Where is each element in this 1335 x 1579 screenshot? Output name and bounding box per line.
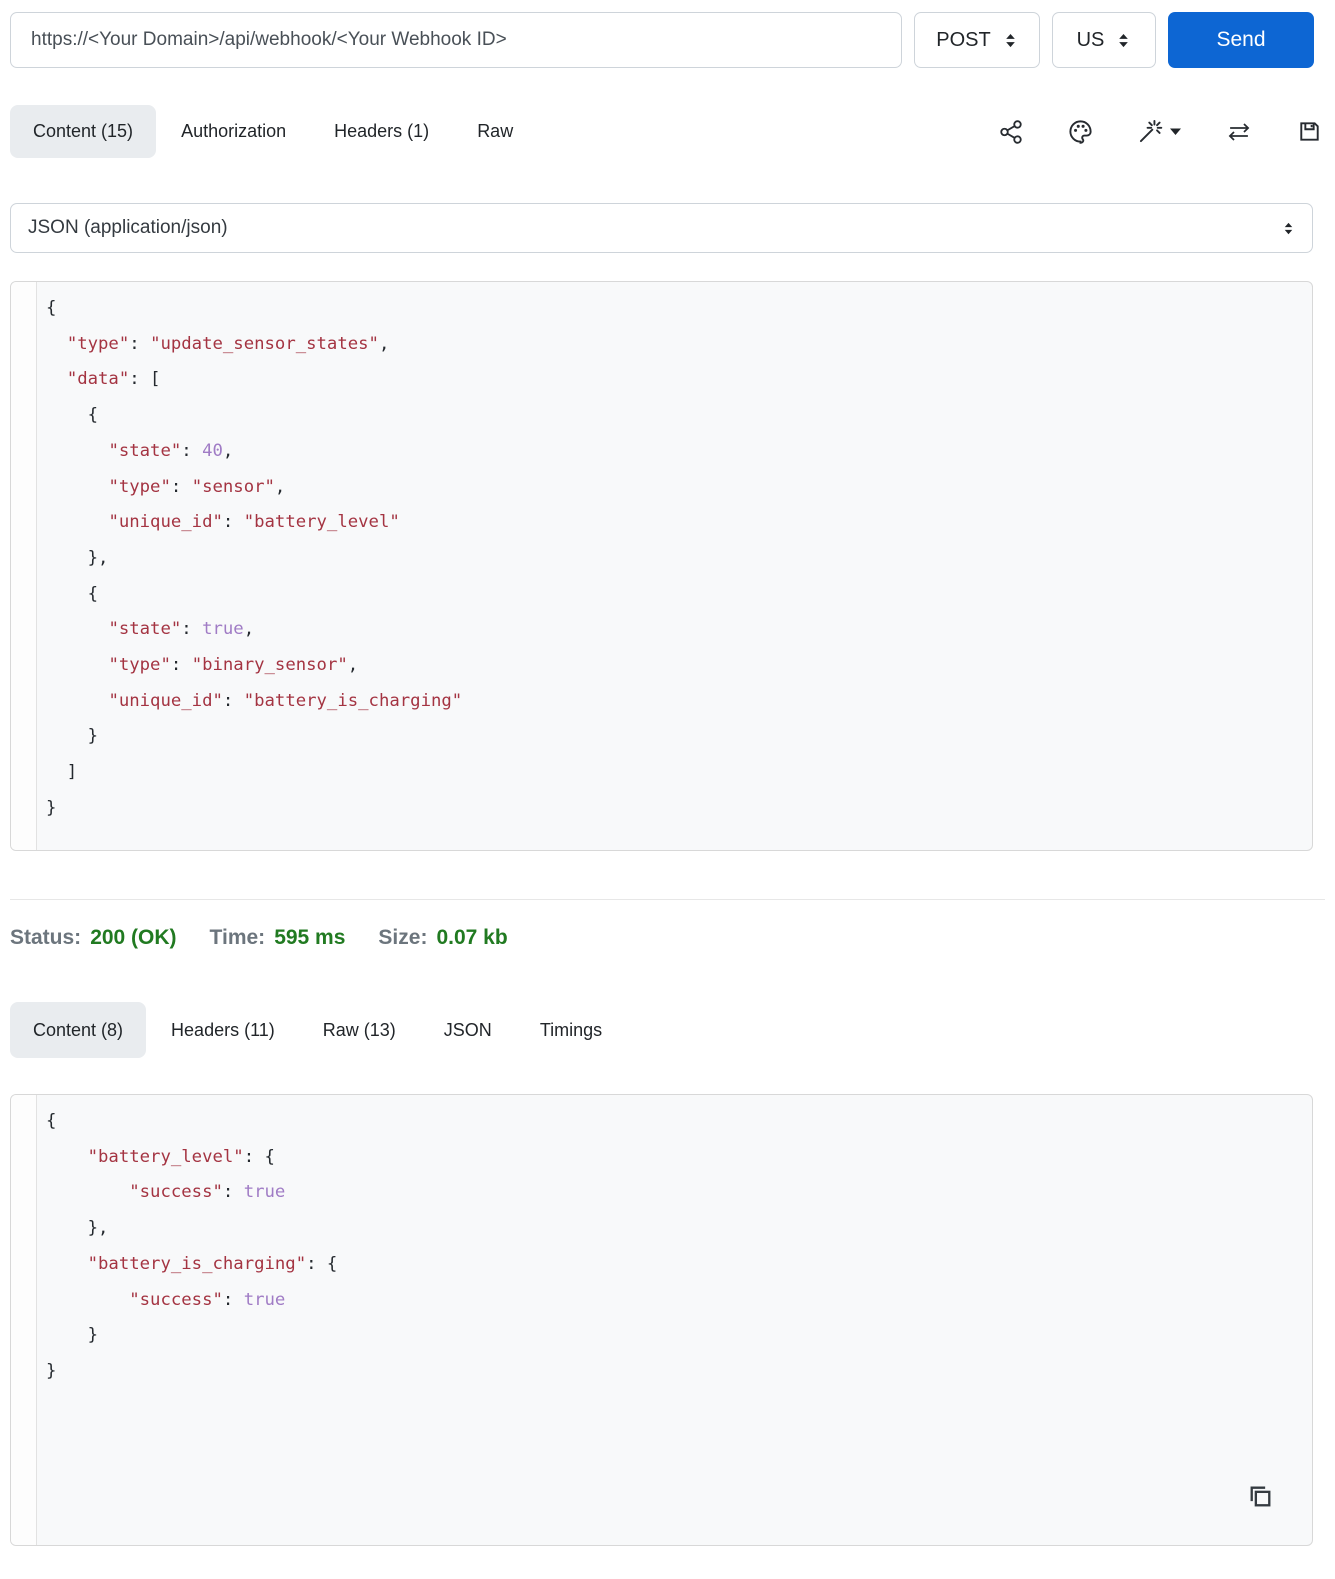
- body-type-value: JSON (application/json): [28, 217, 228, 238]
- request-tabs-row: Content (15) Authorization Headers (1) R…: [0, 105, 1335, 158]
- magic-wand-icon[interactable]: [1137, 118, 1182, 145]
- method-select[interactable]: POST: [914, 12, 1040, 68]
- copy-icon[interactable]: [1245, 1481, 1276, 1517]
- response-tabs: Content (8) Headers (11) Raw (13) JSON T…: [10, 1002, 625, 1058]
- palette-icon[interactable]: [1067, 118, 1094, 145]
- request-body-editor[interactable]: { "type": "update_sensor_states", "data"…: [10, 281, 1313, 851]
- toolbar: [998, 118, 1323, 145]
- caret-down-icon: [1170, 128, 1181, 135]
- size-label: Size:: [378, 926, 428, 949]
- method-value: POST: [936, 28, 991, 51]
- response-body-code: { "battery_level": { "success": true }, …: [46, 1111, 338, 1381]
- swap-arrows-icon[interactable]: [1225, 119, 1253, 145]
- locale-select[interactable]: US: [1052, 12, 1156, 68]
- api-tester-app: POST US Send Content (15) Authorization …: [0, 0, 1335, 1579]
- share-icon[interactable]: [998, 119, 1024, 145]
- response-tabs-row: Content (8) Headers (11) Raw (13) JSON T…: [0, 1002, 1335, 1058]
- status-label: Status:: [10, 926, 82, 949]
- request-body-code: { "type": "update_sensor_states", "data"…: [46, 298, 463, 818]
- time-label: Time:: [209, 926, 266, 949]
- section-divider: [10, 899, 1325, 900]
- time-value: 595 ms: [274, 926, 346, 949]
- updown-caret-icon: [1005, 33, 1015, 47]
- tab-response-content[interactable]: Content (8): [10, 1002, 147, 1058]
- save-icon[interactable]: [1296, 118, 1323, 145]
- tab-response-headers[interactable]: Headers (11): [148, 1002, 298, 1058]
- tab-request-headers[interactable]: Headers (1): [311, 105, 452, 158]
- response-status-bar: Status: 200 (OK) Time: 595 ms Size: 0.07…: [10, 926, 1335, 950]
- request-bar: POST US Send: [0, 0, 1335, 68]
- updown-caret-icon: [1119, 33, 1129, 47]
- editor-gutter: [11, 282, 37, 850]
- request-tabs: Content (15) Authorization Headers (1) R…: [10, 105, 536, 158]
- viewer-gutter: [11, 1095, 37, 1545]
- locale-value: US: [1076, 28, 1105, 51]
- tab-response-raw[interactable]: Raw (13): [300, 1002, 419, 1058]
- status-value: 200 (OK): [90, 926, 177, 949]
- send-button[interactable]: Send: [1168, 12, 1314, 68]
- updown-caret-icon: [1284, 222, 1293, 234]
- body-type-select[interactable]: JSON (application/json): [10, 203, 1313, 253]
- tab-response-json[interactable]: JSON: [421, 1002, 515, 1058]
- response-body-viewer: { "battery_level": { "success": true }, …: [10, 1094, 1313, 1546]
- tab-response-timings[interactable]: Timings: [517, 1002, 625, 1058]
- url-input[interactable]: [10, 12, 902, 68]
- tab-request-content[interactable]: Content (15): [10, 105, 157, 158]
- tab-authorization[interactable]: Authorization: [158, 105, 309, 158]
- size-value: 0.07 kb: [436, 926, 508, 949]
- tab-request-raw[interactable]: Raw: [454, 105, 536, 158]
